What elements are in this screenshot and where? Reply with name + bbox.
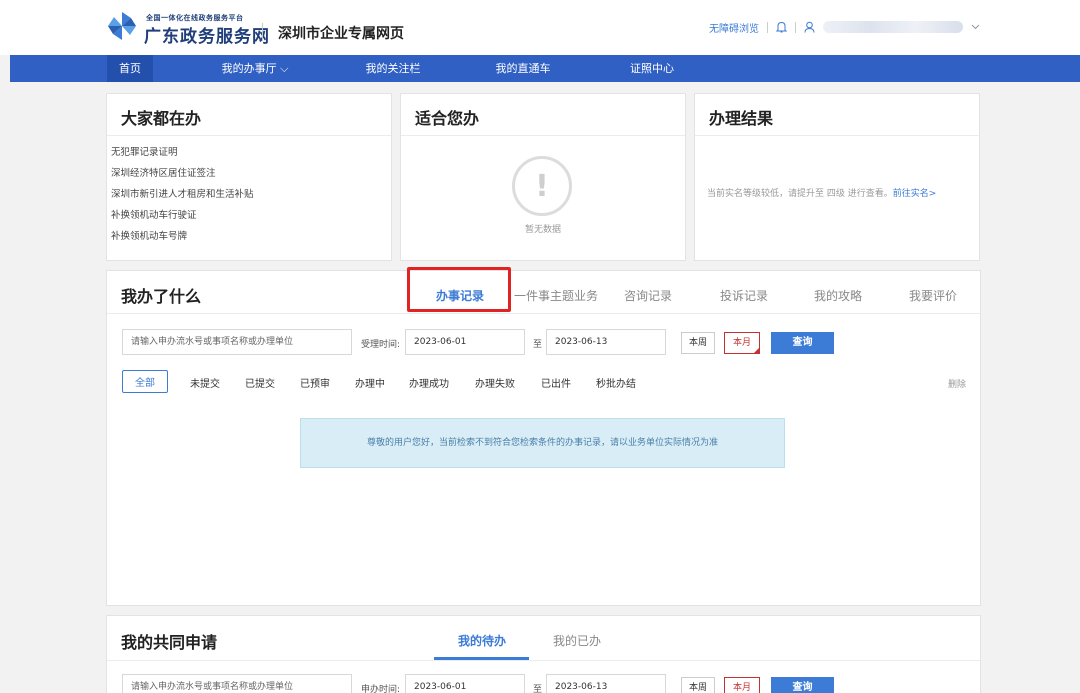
main-nav: 首页 我的办事厅 ⌵ 我的关注栏 我的直通车 证照中心: [10, 55, 1080, 82]
verify-identity-link[interactable]: 前往实名>: [893, 189, 937, 199]
nav-direct-access[interactable]: 我的直通车: [483, 55, 563, 82]
to-label: 至: [533, 340, 543, 350]
list-item[interactable]: 深圳市新引进人才租房和生活补贴: [111, 184, 254, 205]
platform-main-title[interactable]: 广东政务服务网: [144, 22, 270, 47]
exclamation-icon: !: [512, 156, 572, 216]
suitable-services-card: 适合您办 ! 暂无数据: [400, 93, 686, 261]
pinwheel-logo-icon: [108, 12, 136, 40]
popular-list: 无犯罪记录证明 深圳经济特区居住证签注 深圳市新引进人才租房和生活补贴 补换领机…: [111, 142, 254, 247]
filter-all[interactable]: 全部: [122, 370, 168, 393]
divider: [107, 135, 391, 136]
joint-this-week-button[interactable]: 本周: [681, 677, 715, 693]
joint-to-label: 至: [533, 685, 543, 693]
results-message: 当前实名等级较低，请提升至 四级 进行查看。前往实名>: [707, 186, 936, 199]
logo-divider: [262, 23, 263, 41]
header-tools: 无障碍浏览: [709, 19, 980, 35]
filter-instant-approval[interactable]: 秒批办结: [596, 375, 636, 390]
filter-success[interactable]: 办理成功: [409, 375, 449, 390]
this-week-button[interactable]: 本周: [681, 332, 715, 354]
filter-issued[interactable]: 已出件: [541, 375, 571, 390]
divider: [107, 313, 980, 314]
results-message-text: 当前实名等级较低，请提升至 四级 进行查看。: [707, 189, 893, 199]
tab-evaluate[interactable]: 我要评价: [909, 287, 957, 304]
no-records-notice: 尊敬的用户您好，当前检索不到符合您检索条件的办事记录，请以业务单位实际情况为准: [300, 418, 785, 468]
delete-button[interactable]: 删除: [948, 377, 966, 390]
joint-date-from-input[interactable]: 2023-06-01: [405, 674, 525, 693]
tab-consultations[interactable]: 咨询记录: [624, 287, 672, 304]
search-input[interactable]: 请输入申办流水号或事项名称或办理单位: [122, 329, 352, 355]
list-item[interactable]: 深圳经济特区居住证签注: [111, 163, 254, 184]
results-title: 办理结果: [709, 109, 774, 128]
tab-done[interactable]: 我的已办: [553, 632, 601, 649]
list-item[interactable]: 补换领机动车行驶证: [111, 205, 254, 226]
site-header: 全国一体化在线政务服务平台 广东政务服务网 深圳市企业专属网页 无障碍浏览: [0, 0, 1080, 55]
joint-time-label: 申办时间:: [361, 685, 401, 693]
joint-date-to-input[interactable]: 2023-06-13: [546, 674, 666, 693]
divider: [695, 135, 979, 136]
tab-one-thing[interactable]: 一件事主题业务: [514, 287, 598, 304]
nav-home[interactable]: 首页: [107, 55, 153, 82]
popular-title: 大家都在办: [121, 109, 202, 128]
records-title: 我办了什么: [121, 287, 202, 306]
query-button[interactable]: 查询: [771, 332, 834, 354]
time-label: 受理时间:: [361, 340, 401, 350]
this-month-button[interactable]: 本月: [724, 332, 760, 354]
user-name-obscured[interactable]: [823, 21, 963, 33]
filter-submitted[interactable]: 已提交: [245, 375, 275, 390]
empty-text: 暂无数据: [524, 225, 561, 235]
this-month-label: 本月: [732, 338, 751, 348]
filter-processing[interactable]: 办理中: [355, 375, 385, 390]
nav-my-hall[interactable]: 我的办事厅 ⌵: [205, 55, 305, 82]
divider: [107, 660, 980, 661]
date-from-input[interactable]: 2023-06-01: [405, 329, 525, 355]
divider: [401, 135, 685, 136]
date-to-input[interactable]: 2023-06-13: [546, 329, 666, 355]
records-card: 我办了什么 办事记录 一件事主题业务 咨询记录 投诉记录 我的攻略 我要评价 请…: [106, 267, 981, 606]
joint-query-button[interactable]: 查询: [771, 677, 834, 693]
header-divider: [795, 21, 796, 33]
header-divider: [767, 21, 768, 33]
bell-icon[interactable]: [776, 21, 787, 33]
filter-failed[interactable]: 办理失败: [475, 375, 515, 390]
filter-prereviewed[interactable]: 已预审: [300, 375, 330, 390]
popular-services-card: 大家都在办 无犯罪记录证明 深圳经济特区居住证签注 深圳市新引进人才租房和生活补…: [106, 93, 392, 261]
tab-pending[interactable]: 我的待办: [458, 632, 506, 649]
selected-corner-icon: [753, 347, 760, 354]
chevron-down-icon[interactable]: [971, 24, 980, 30]
accessibility-link[interactable]: 无障碍浏览: [709, 20, 759, 35]
filter-unsubmitted[interactable]: 未提交: [190, 375, 220, 390]
list-item[interactable]: 无犯罪记录证明: [111, 142, 254, 163]
joint-application-card: 我的共同申请 我的待办 我的已办 请输入申办流水号或事项名称或办理单位 申办时间…: [106, 615, 981, 693]
page-subtitle: 深圳市企业专属网页: [278, 26, 404, 42]
joint-this-month-button[interactable]: 本月: [724, 677, 760, 693]
joint-search-input[interactable]: 请输入申办流水号或事项名称或办理单位: [122, 674, 352, 693]
list-item[interactable]: 补换领机动车号牌: [111, 226, 254, 247]
results-card: 办理结果 当前实名等级较低，请提升至 四级 进行查看。前往实名>: [694, 93, 980, 261]
nav-my-follows[interactable]: 我的关注栏: [353, 55, 433, 82]
tab-guides[interactable]: 我的攻略: [814, 287, 862, 304]
highlight-box: [407, 267, 511, 312]
suitable-title: 适合您办: [415, 109, 480, 128]
nav-license-center[interactable]: 证照中心: [612, 55, 692, 82]
joint-title: 我的共同申请: [121, 633, 218, 652]
tab-complaints[interactable]: 投诉记录: [720, 287, 768, 304]
user-icon[interactable]: [804, 21, 815, 33]
